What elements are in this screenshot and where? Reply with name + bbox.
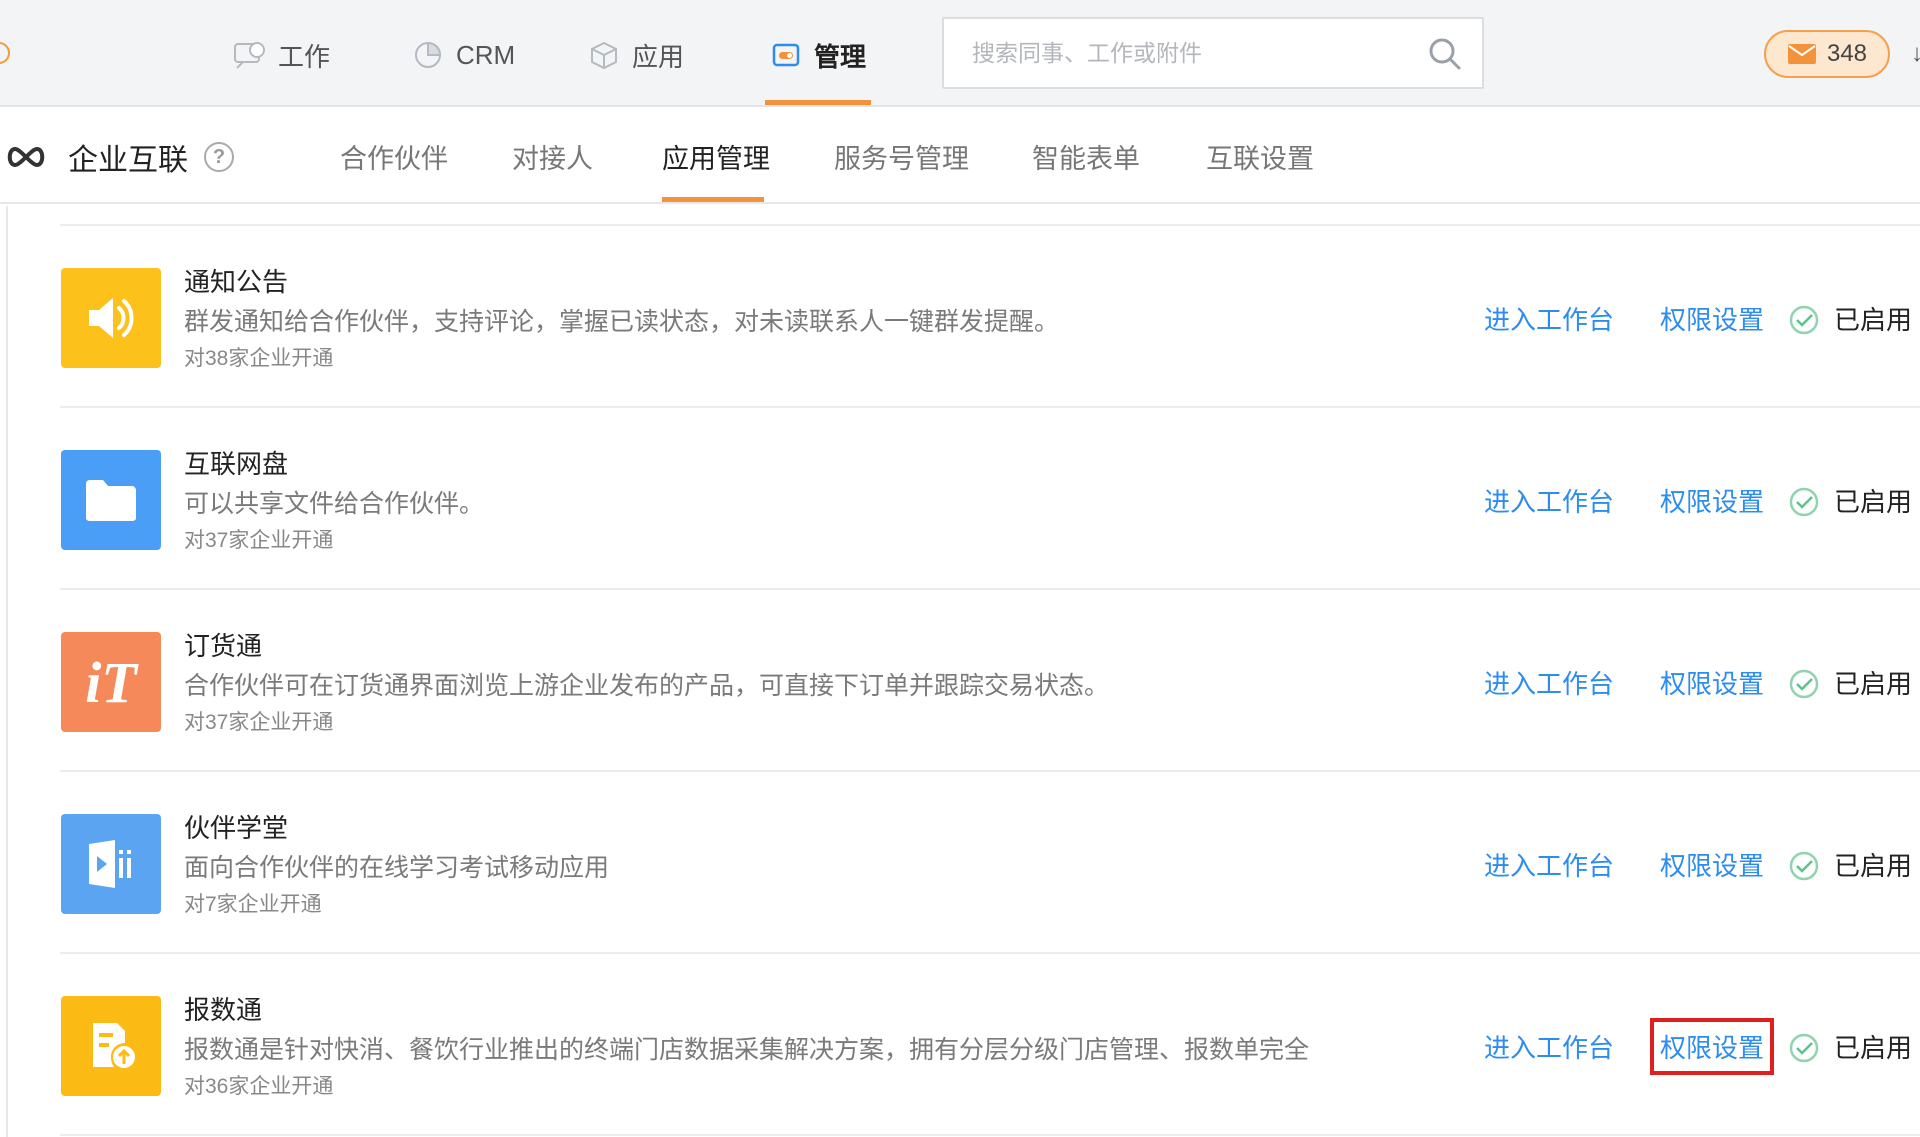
enter-workbench-button[interactable]: 进入工作台 (1484, 1028, 1614, 1065)
app-description: 报数通是针对快消、餐饮行业推出的终端门店数据采集解决方案，拥有分层分级门店管理、… (184, 1036, 1310, 1064)
infinity-logo-icon (7, 146, 45, 168)
status-enabled: 已启用 (1834, 1033, 1913, 1063)
app-description: 可以共享文件给合作伙伴。 (184, 490, 485, 518)
report-upload-icon (93, 1023, 135, 1068)
app-name: 互联网盘 (184, 449, 289, 479)
enter-workbench-button[interactable]: 进入工作台 (1484, 300, 1614, 337)
app-icon-partner-school (61, 814, 161, 914)
top-navigation-bar: 工作 CRM 应用 管理 348 ↓ (0, 0, 1920, 107)
status-enabled: 已启用 (1834, 305, 1913, 335)
nav-active-indicator (765, 100, 871, 105)
sub-header: 企业互联 ? 合作伙伴 对接人 应用管理 服务号管理 智能表单 互联设置 (0, 109, 1920, 204)
right-edge-cut-icon: ↓ (1911, 40, 1920, 67)
app-icon-netdisk (61, 450, 161, 550)
app-name: 通知公告 (184, 267, 289, 297)
permission-settings-button[interactable]: 权限设置 (1660, 846, 1764, 883)
search-input[interactable] (972, 19, 1412, 87)
tab-service-accounts[interactable]: 服务号管理 (834, 137, 969, 176)
nav-item-manage[interactable]: 管理 (768, 30, 866, 80)
permission-settings-button[interactable]: 权限设置 (1660, 300, 1764, 337)
enter-workbench-button[interactable]: 进入工作台 (1484, 482, 1614, 519)
app-icon-report (61, 996, 161, 1096)
enter-workbench-button[interactable]: 进入工作台 (1484, 846, 1614, 883)
app-description: 群发通知给合作伙伴，支持评论，掌握已读状态，对未读联系人一键群发提醒。 (184, 308, 1060, 336)
crm-pie-icon (410, 37, 446, 73)
speaker-icon (89, 298, 134, 338)
app-row-partner-school: 伙伴学堂 面向合作伙伴的在线学习考试移动应用 对7家企业开通 进入工作台 权限设… (60, 772, 1920, 954)
enabled-check-icon (1789, 669, 1819, 699)
content-left-border (6, 206, 8, 1137)
global-search[interactable] (942, 17, 1484, 89)
enabled-check-icon (1789, 487, 1819, 517)
app-enabled-count: 对36家企业开通 (184, 1075, 334, 1098)
tab-contacts[interactable]: 对接人 (512, 137, 593, 176)
nav-item-label: 工作 (278, 41, 331, 72)
app-description: 合作伙伴可在订货通界面浏览上游企业发布的产品，可直接下订单并跟踪交易状态。 (184, 672, 1110, 700)
left-edge-circle-icon (0, 42, 10, 64)
tab-interconnect-settings[interactable]: 互联设置 (1206, 137, 1314, 176)
nav-item-label: 应用 (632, 41, 685, 72)
folder-icon (86, 480, 136, 521)
nav-item-work[interactable]: 工作 (232, 30, 330, 80)
app-name: 报数通 (184, 995, 263, 1025)
app-row-notice: 通知公告 群发通知给合作伙伴，支持评论，掌握已读状态，对未读联系人一键群发提醒。… (60, 226, 1920, 408)
nav-item-apps[interactable]: 应用 (586, 30, 684, 80)
video-course-icon (89, 840, 131, 888)
app-enabled-count: 对38家企业开通 (184, 347, 334, 370)
app-enabled-count: 对7家企业开通 (184, 893, 322, 916)
tab-smart-forms[interactable]: 智能表单 (1032, 137, 1140, 176)
app-row-ordering: iT 订货通 合作伙伴可在订货通界面浏览上游企业发布的产品，可直接下订单并跟踪交… (60, 590, 1920, 772)
status-enabled: 已启用 (1834, 851, 1913, 881)
help-icon[interactable]: ? (204, 142, 234, 172)
app-name: 伙伴学堂 (184, 813, 289, 843)
enabled-check-icon (1789, 851, 1819, 881)
enabled-check-icon (1789, 1033, 1819, 1063)
tab-app-management[interactable]: 应用管理 (662, 137, 770, 176)
app-enabled-count: 对37家企业开通 (184, 711, 334, 734)
permission-settings-button[interactable]: 权限设置 (1660, 482, 1764, 519)
app-icon-ordering: iT (61, 632, 161, 732)
enabled-check-icon (1789, 305, 1819, 335)
app-row-report: 报数通 报数通是针对快消、餐饮行业推出的终端门店数据采集解决方案，拥有分层分级门… (60, 954, 1920, 1136)
tab-partners[interactable]: 合作伙伴 (340, 137, 448, 176)
nav-item-crm[interactable]: CRM (410, 30, 515, 80)
permission-settings-button-highlighted[interactable]: 权限设置 (1649, 1018, 1775, 1075)
it-logo-icon: iT (85, 649, 137, 715)
module-title: 企业互联 (68, 144, 188, 177)
search-icon[interactable] (1428, 37, 1462, 71)
enter-workbench-button[interactable]: 进入工作台 (1484, 664, 1614, 701)
status-enabled: 已启用 (1834, 669, 1913, 699)
work-bubble-icon (232, 37, 268, 73)
app-icon-notice (61, 268, 161, 368)
app-description: 面向合作伙伴的在线学习考试移动应用 (184, 854, 610, 882)
row-divider (60, 1134, 1920, 1136)
module-brand: 企业互联 ? (4, 133, 234, 181)
status-enabled: 已启用 (1834, 487, 1913, 517)
message-count: 348 (1826, 40, 1868, 67)
envelope-icon (1787, 44, 1816, 64)
tab-active-indicator (662, 197, 764, 202)
nav-item-label: CRM (456, 39, 516, 70)
nav-item-label: 管理 (814, 41, 867, 72)
apps-cube-icon (586, 37, 622, 73)
app-row-netdisk: 互联网盘 可以共享文件给合作伙伴。 对37家企业开通 进入工作台 权限设置 已启… (60, 408, 1920, 590)
message-badge[interactable]: 348 (1764, 30, 1890, 78)
app-name: 订货通 (184, 631, 263, 661)
app-enabled-count: 对37家企业开通 (184, 529, 334, 552)
manage-toggle-icon (768, 37, 804, 73)
permission-settings-button[interactable]: 权限设置 (1660, 664, 1764, 701)
